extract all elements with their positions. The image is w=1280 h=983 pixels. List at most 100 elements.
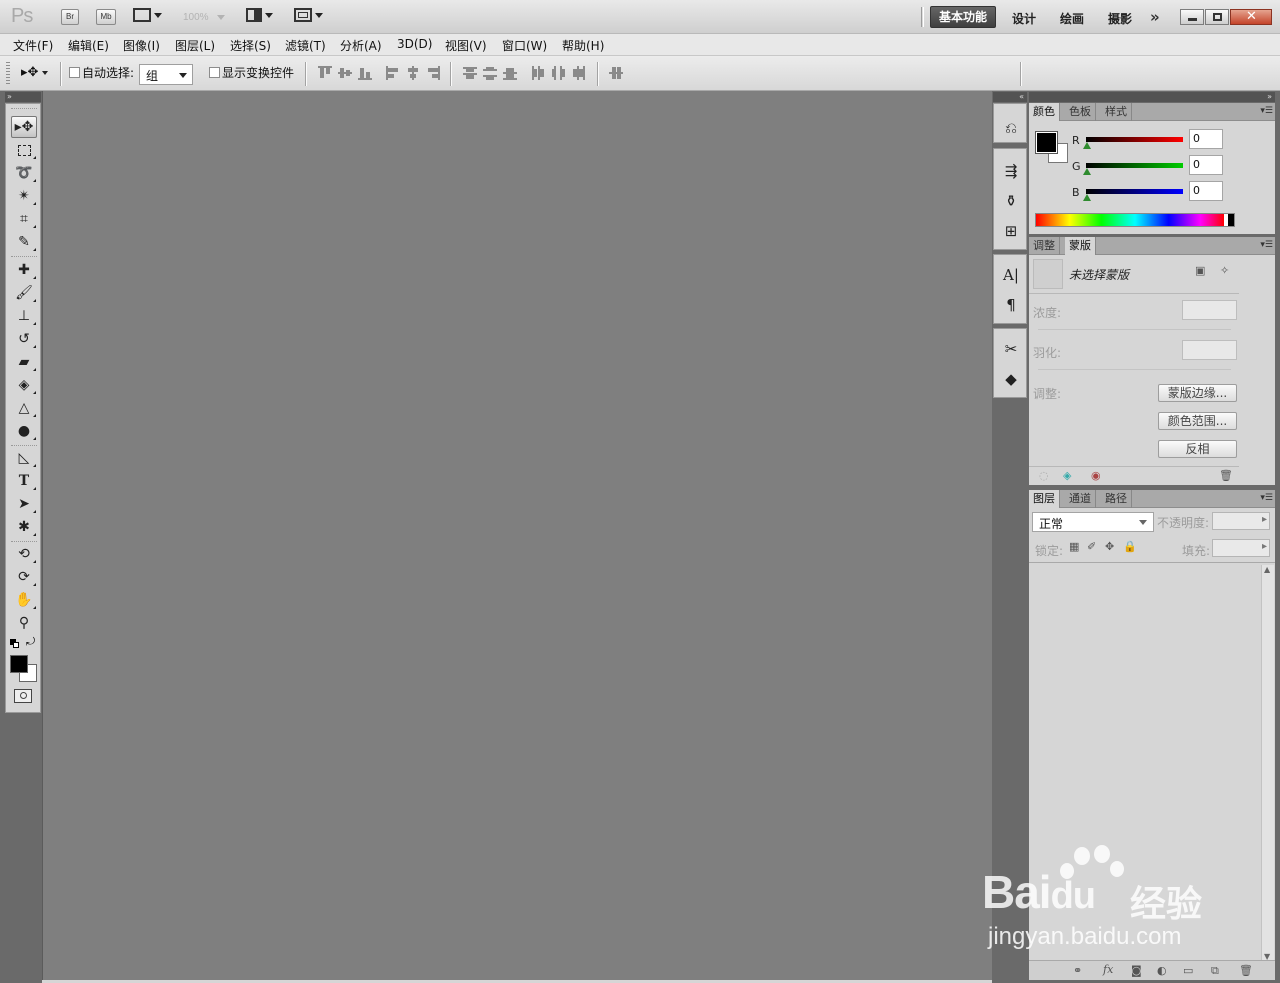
view-extras-dropdown[interactable]	[133, 8, 163, 26]
panel-menu-icon[interactable]: ▾☰	[1260, 106, 1273, 116]
menu-layer[interactable]: 图层(L)	[175, 37, 215, 54]
hand-tool[interactable]: ✋	[11, 589, 37, 611]
auto-select-target-dropdown[interactable]: 组	[139, 64, 193, 85]
show-transform-controls-checkbox[interactable]	[209, 67, 220, 78]
lasso-tool[interactable]: ➰	[11, 162, 37, 184]
link-layers-icon[interactable]: ⚭	[1073, 964, 1082, 977]
scroll-up-icon[interactable]: ▲	[1264, 565, 1270, 574]
menu-image[interactable]: 图像(I)	[123, 37, 160, 54]
3d-panel-icon[interactable]: ◆	[994, 367, 1028, 391]
eyedropper-tool[interactable]: ✎	[11, 231, 37, 253]
blue-value-input[interactable]: 0	[1189, 181, 1223, 201]
history-brush-tool[interactable]: ↺	[11, 328, 37, 350]
tool-presets-icon[interactable]: ⊞	[994, 219, 1028, 243]
brush-presets-icon[interactable]: ⇶	[994, 159, 1028, 183]
eraser-tool[interactable]: ▰	[11, 351, 37, 373]
tab-channels[interactable]: 通道	[1065, 490, 1096, 508]
tab-masks[interactable]: 蒙版	[1065, 237, 1096, 255]
color-range-button[interactable]: 颜色范围...	[1158, 412, 1237, 430]
blue-slider[interactable]	[1086, 189, 1183, 194]
menu-edit[interactable]: 编辑(E)	[68, 37, 109, 54]
type-tool[interactable]: T	[11, 470, 37, 492]
color-spectrum-ramp[interactable]	[1035, 213, 1235, 227]
green-slider-thumb[interactable]	[1083, 168, 1091, 175]
history-panel-icon[interactable]: ⎌	[994, 116, 1028, 140]
fill-input[interactable]	[1212, 539, 1270, 557]
rectangular-marquee-tool[interactable]	[11, 139, 37, 161]
crop-tool[interactable]: ⌗	[11, 208, 37, 230]
add-mask-icon[interactable]: ◙	[1131, 964, 1142, 977]
menu-filter[interactable]: 滤镜(T)	[285, 37, 326, 54]
dodge-tool[interactable]: ●	[11, 420, 37, 442]
red-slider-thumb[interactable]	[1083, 142, 1091, 149]
align-left-edges-icon[interactable]	[386, 66, 400, 80]
lock-position-icon[interactable]: ✥	[1105, 540, 1114, 553]
feather-input[interactable]	[1182, 340, 1237, 360]
tab-layers[interactable]: 图层	[1029, 490, 1060, 508]
density-input[interactable]	[1182, 300, 1237, 320]
distribute-vertical-centers-icon[interactable]	[483, 66, 497, 80]
blue-slider-thumb[interactable]	[1083, 194, 1091, 201]
menu-window[interactable]: 窗口(W)	[502, 37, 547, 54]
swap-colors-icon[interactable]: ⤾	[26, 635, 35, 649]
disable-mask-icon[interactable]: ◉	[1091, 469, 1101, 482]
tool-preset-picker[interactable]: ▸✥	[21, 65, 57, 83]
blur-tool[interactable]: △	[11, 397, 37, 419]
clone-source-icon[interactable]: ⚱	[994, 189, 1028, 213]
auto-align-layers-icon[interactable]	[609, 66, 623, 80]
document-workspace[interactable]	[42, 91, 992, 980]
delete-mask-icon[interactable]: 🗑	[1219, 469, 1233, 482]
paint-bucket-tool[interactable]: ◈	[11, 374, 37, 396]
tab-color[interactable]: 颜色	[1029, 103, 1060, 121]
new-group-icon[interactable]: ▭	[1183, 964, 1193, 977]
lock-all-icon[interactable]: 🔒	[1123, 540, 1137, 553]
character-panel-icon[interactable]: A|	[994, 263, 1028, 287]
menu-help[interactable]: 帮助(H)	[562, 37, 604, 54]
quick-selection-tool[interactable]: ✴	[11, 185, 37, 207]
tab-styles[interactable]: 样式	[1101, 103, 1132, 121]
launch-bridge-button[interactable]: Br	[61, 9, 79, 25]
load-selection-icon[interactable]: ◌	[1039, 469, 1049, 482]
workspace-design-button[interactable]: 设计	[1012, 10, 1036, 27]
menu-file[interactable]: 文件(F)	[13, 37, 53, 54]
tools-panel-collapse[interactable]: »	[5, 92, 41, 102]
workspace-painting-button[interactable]: 绘画	[1060, 10, 1084, 27]
menu-3d[interactable]: 3D(D)	[397, 37, 432, 51]
green-slider[interactable]	[1086, 163, 1183, 168]
red-slider[interactable]	[1086, 137, 1183, 142]
density-slider[interactable]	[1038, 329, 1231, 330]
blend-mode-dropdown[interactable]: 正常	[1032, 512, 1154, 532]
menu-view[interactable]: 视图(V)	[445, 37, 487, 54]
adjustment-layer-icon[interactable]: ◐	[1157, 964, 1167, 977]
tab-adjustments[interactable]: 调整	[1029, 237, 1060, 255]
3d-rotate-tool[interactable]: ⟲	[11, 543, 37, 565]
lock-image-icon[interactable]: ✐	[1087, 540, 1096, 553]
tab-paths[interactable]: 路径	[1101, 490, 1132, 508]
panels-collapse[interactable]: »	[1029, 92, 1275, 102]
clone-stamp-tool[interactable]: ⊥	[11, 305, 37, 327]
menu-select[interactable]: 选择(S)	[230, 37, 271, 54]
distribute-horizontal-centers-icon[interactable]	[551, 66, 565, 80]
zoom-tool[interactable]: ⚲	[11, 612, 37, 634]
custom-shape-tool[interactable]: ✱	[11, 516, 37, 538]
panel-menu-icon[interactable]: ▾☰	[1260, 493, 1273, 503]
distribute-bottom-edges-icon[interactable]	[503, 66, 517, 80]
quick-mask-button[interactable]	[14, 689, 32, 703]
restore-button[interactable]	[1205, 9, 1229, 25]
3d-orbit-tool[interactable]: ⟳	[11, 566, 37, 588]
align-top-edges-icon[interactable]	[318, 66, 332, 80]
tab-swatches[interactable]: 色板	[1065, 103, 1096, 121]
red-value-input[interactable]: 0	[1189, 129, 1223, 149]
auto-select-checkbox[interactable]	[69, 67, 80, 78]
workspace-photography-button[interactable]: 摄影	[1108, 10, 1132, 27]
align-right-edges-icon[interactable]	[426, 66, 440, 80]
default-colors-icon[interactable]	[10, 639, 19, 648]
green-value-input[interactable]: 0	[1189, 155, 1223, 175]
lock-transparent-icon[interactable]: ▦	[1069, 540, 1079, 553]
screen-mode-dropdown[interactable]	[294, 8, 324, 26]
pen-tool[interactable]: ◺	[11, 447, 37, 469]
more-workspaces-icon[interactable]: »	[1150, 8, 1160, 26]
tools-panel-icon[interactable]: ✂	[994, 337, 1028, 361]
align-vertical-centers-icon[interactable]	[338, 66, 352, 80]
layers-scrollbar[interactable]: ▲ ▼	[1261, 565, 1274, 961]
